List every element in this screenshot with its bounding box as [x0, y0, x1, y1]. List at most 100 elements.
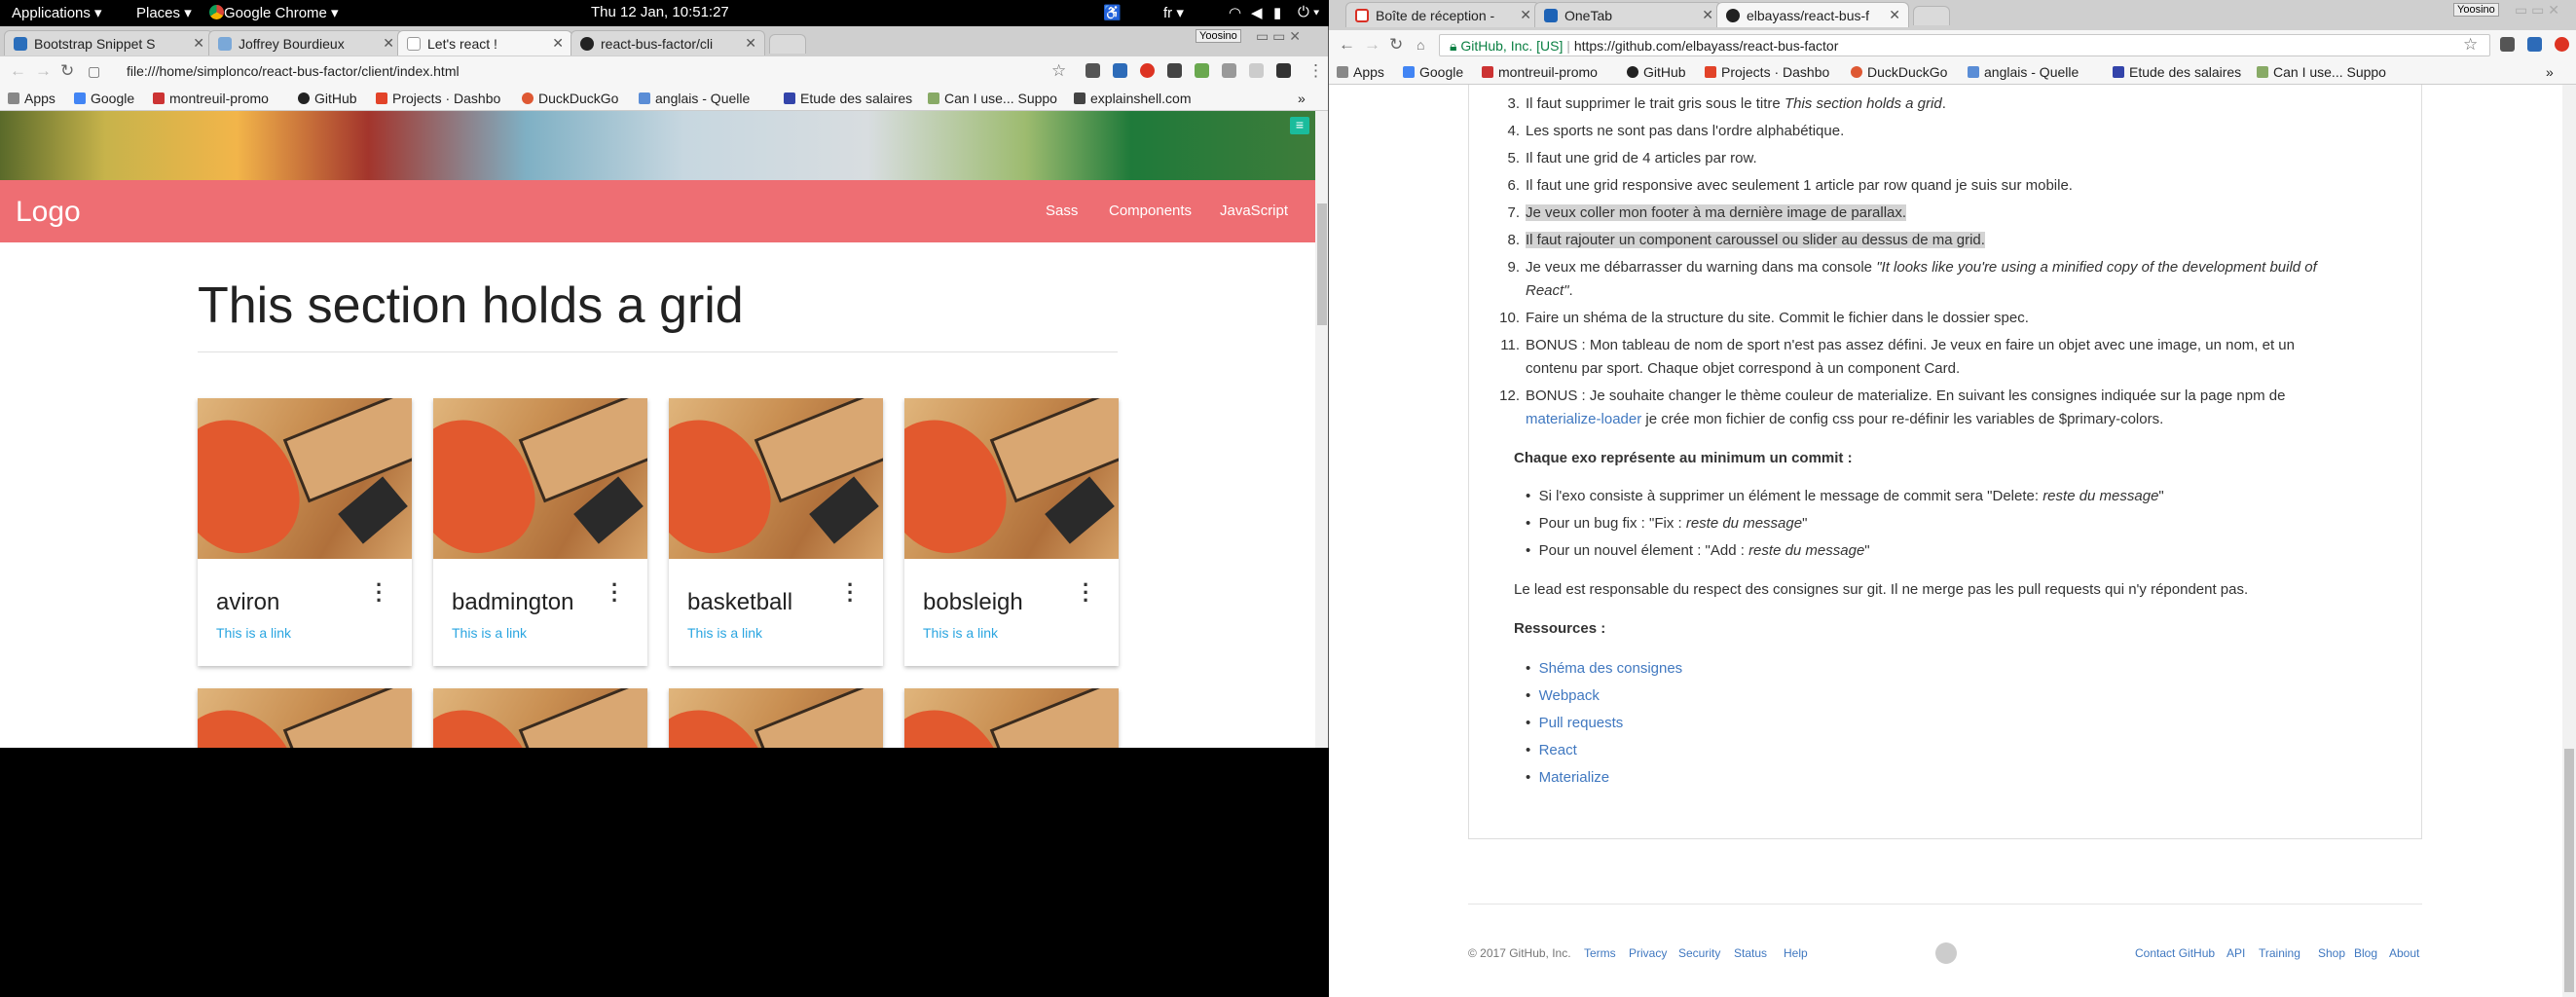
- extension-icon[interactable]: [1086, 63, 1100, 78]
- scrollbar[interactable]: [1315, 111, 1328, 748]
- power-icon[interactable]: ⏻ ▾: [1298, 4, 1319, 20]
- wifi-icon[interactable]: ◠: [1229, 4, 1241, 21]
- close-icon[interactable]: ✕: [745, 35, 756, 52]
- bookmark-gitlab[interactable]: Projects · Dashbo: [1705, 64, 1829, 80]
- close-icon[interactable]: ✕: [383, 35, 394, 52]
- bookmark-star-icon[interactable]: ☆: [2463, 35, 2478, 55]
- extension-icon[interactable]: [1113, 63, 1127, 78]
- accessibility-icon[interactable]: ♿: [1103, 4, 1122, 21]
- address-bar[interactable]: 🔒︎ GitHub, Inc. [US] | https://github.co…: [1439, 34, 2490, 56]
- bookmark-montreuil[interactable]: montreuil-promo: [1482, 64, 1598, 80]
- bookmark-google[interactable]: Google: [74, 91, 134, 106]
- back-icon[interactable]: ←: [10, 61, 26, 81]
- bookmark-github[interactable]: GitHub: [298, 91, 357, 106]
- extension-icon[interactable]: [2527, 37, 2542, 52]
- card-link[interactable]: This is a link: [452, 625, 527, 641]
- close-icon[interactable]: ✕: [1702, 7, 1713, 23]
- nav-link-sass[interactable]: Sass: [1046, 203, 1078, 219]
- footer-link-contact[interactable]: Contact GitHub: [2135, 946, 2215, 960]
- footer-link-privacy[interactable]: Privacy: [1629, 946, 1667, 960]
- hamburger-icon[interactable]: ≡: [1290, 117, 1309, 134]
- forward-icon[interactable]: →: [1364, 35, 1380, 55]
- profile-badge[interactable]: Yoosino: [2453, 3, 2499, 17]
- more-vert-icon[interactable]: · · ·: [376, 574, 383, 611]
- card-link[interactable]: This is a link: [216, 625, 291, 641]
- menu-icon[interactable]: ⋮: [1307, 61, 1324, 81]
- card-link[interactable]: This is a link: [687, 625, 762, 641]
- back-icon[interactable]: ←: [1339, 35, 1355, 55]
- extension-icon[interactable]: [1249, 63, 1264, 78]
- bookmarks-overflow[interactable]: »: [2546, 64, 2554, 80]
- volume-icon[interactable]: ◀: [1251, 4, 1263, 21]
- bookmark-gitlab[interactable]: Projects · Dashbo: [376, 91, 500, 106]
- applications-menu[interactable]: Applications ▾: [12, 4, 102, 21]
- more-vert-icon[interactable]: · · ·: [847, 574, 854, 611]
- close-icon[interactable]: ✕: [552, 35, 564, 52]
- bookmark-anglais[interactable]: anglais - Quelle: [1968, 64, 2079, 80]
- extension-icon[interactable]: [1222, 63, 1236, 78]
- tab-gmail[interactable]: Boîte de réception - ✕: [1345, 2, 1540, 27]
- forward-icon[interactable]: →: [35, 61, 52, 81]
- bookmark-anglais[interactable]: anglais - Quelle: [639, 91, 750, 106]
- bookmark-montreuil[interactable]: montreuil-promo: [153, 91, 269, 106]
- reload-icon[interactable]: ↻: [1389, 35, 1403, 55]
- extension-icon[interactable]: [1195, 63, 1209, 78]
- bookmarks-overflow[interactable]: »: [1298, 91, 1306, 106]
- scrollbar-thumb[interactable]: [1317, 203, 1327, 325]
- scrollbar[interactable]: [2562, 85, 2576, 997]
- address-bar[interactable]: file:///home/simplonco/react-bus-factor/…: [117, 60, 1076, 83]
- footer-link-status[interactable]: Status: [1734, 946, 1767, 960]
- window-controls[interactable]: ▭ ▭ ✕: [1256, 28, 1301, 45]
- footer-link-training[interactable]: Training: [2259, 946, 2300, 960]
- bookmark-apps[interactable]: Apps: [1337, 64, 1384, 80]
- footer-link-shop[interactable]: Shop: [2318, 946, 2345, 960]
- tab-bootstrap-snippet[interactable]: Bootstrap Snippet S ✕: [4, 30, 213, 55]
- language-menu[interactable]: fr ▾: [1163, 4, 1184, 21]
- footer-link-blog[interactable]: Blog: [2354, 946, 2377, 960]
- tab-react-bus-factor[interactable]: react-bus-factor/cli ✕: [570, 30, 765, 55]
- bookmark-salaires[interactable]: Etude des salaires: [784, 91, 912, 106]
- reload-icon[interactable]: ↻: [60, 61, 74, 81]
- extension-icon[interactable]: [2500, 37, 2515, 52]
- bookmark-duckduckgo[interactable]: DuckDuckGo: [1851, 64, 1947, 80]
- bookmark-apps[interactable]: Apps: [8, 91, 55, 106]
- footer-link-api[interactable]: API: [2226, 946, 2245, 960]
- scrollbar-thumb[interactable]: [2564, 749, 2574, 992]
- tab-lets-react[interactable]: Let's react ! ✕: [397, 30, 572, 55]
- more-vert-icon[interactable]: · · ·: [611, 574, 618, 611]
- battery-icon[interactable]: ▮: [1273, 4, 1281, 21]
- bookmark-duckduckgo[interactable]: DuckDuckGo: [522, 91, 618, 106]
- footer-link-terms[interactable]: Terms: [1584, 946, 1616, 960]
- nav-link-javascript[interactable]: JavaScript: [1220, 203, 1288, 219]
- materialize-loader-link[interactable]: materialize-loader: [1526, 411, 1641, 427]
- tab-onetab[interactable]: OneTab ✕: [1534, 2, 1722, 27]
- close-icon[interactable]: ✕: [193, 35, 204, 52]
- bookmark-google[interactable]: Google: [1403, 64, 1463, 80]
- adblock-icon[interactable]: [1140, 63, 1155, 78]
- pocket-icon[interactable]: [1167, 63, 1182, 78]
- bookmark-github[interactable]: GitHub: [1627, 64, 1686, 80]
- window-controls[interactable]: ▭ ▭ ✕: [2515, 2, 2559, 18]
- bookmark-star-icon[interactable]: ☆: [1051, 61, 1066, 81]
- tab-joffrey[interactable]: Joffrey Bourdieux ✕: [208, 30, 403, 55]
- more-vert-icon[interactable]: · · ·: [1083, 574, 1089, 611]
- new-tab-button[interactable]: [1913, 6, 1950, 25]
- close-icon[interactable]: ✕: [1520, 7, 1531, 23]
- github-logo-icon[interactable]: [1935, 942, 1957, 964]
- footer-link-about[interactable]: About: [2389, 946, 2419, 960]
- nav-link-components[interactable]: Components: [1109, 203, 1192, 219]
- places-menu[interactable]: Places ▾: [136, 4, 192, 21]
- footer-link-help[interactable]: Help: [1784, 946, 1808, 960]
- tab-github-repo[interactable]: elbayass/react-bus-f ✕: [1716, 2, 1909, 27]
- adblock-icon[interactable]: [2555, 37, 2569, 52]
- bookmark-explainshell[interactable]: explainshell.com: [1074, 91, 1192, 106]
- profile-badge[interactable]: Yoosino: [1196, 29, 1241, 43]
- logo[interactable]: Logo: [16, 196, 81, 229]
- footer-link-security[interactable]: Security: [1678, 946, 1720, 960]
- chrome-app-menu[interactable]: Google Chrome ▾: [209, 4, 339, 21]
- close-icon[interactable]: ✕: [1889, 7, 1900, 23]
- card-link[interactable]: This is a link: [923, 625, 998, 641]
- bookmark-caniuse[interactable]: Can I use... Suppo: [2257, 64, 2386, 80]
- bookmark-salaires[interactable]: Etude des salaires: [2113, 64, 2241, 80]
- home-icon[interactable]: ⌂: [1417, 37, 1424, 53]
